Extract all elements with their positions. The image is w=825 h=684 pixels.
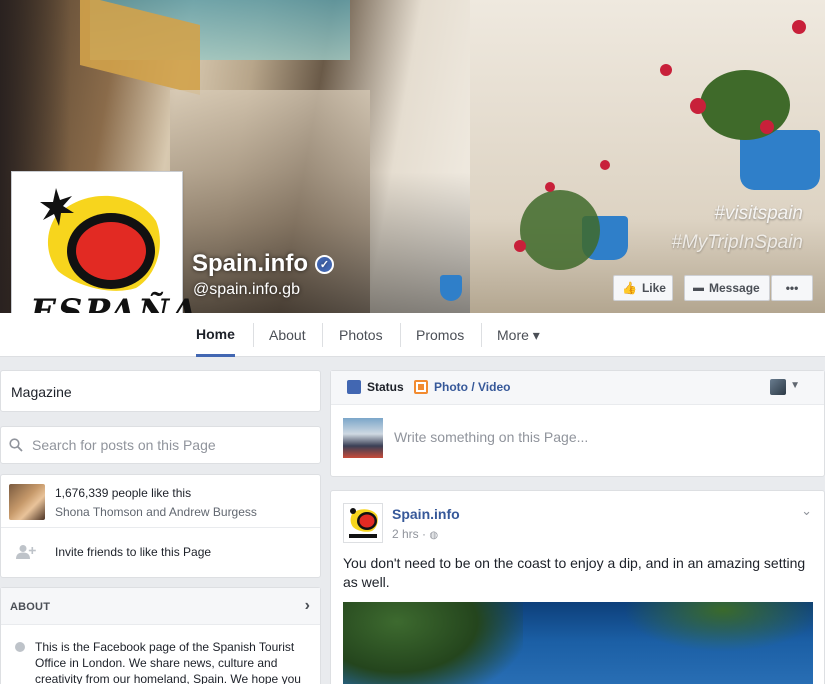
tab-divider: [400, 323, 401, 347]
flower: [600, 160, 610, 170]
foliage: [520, 190, 600, 270]
page-handle[interactable]: @spain.info.gb: [193, 281, 300, 299]
flower: [760, 120, 774, 134]
info-icon: [15, 642, 25, 652]
cover-hashtag: #MyTripInSpain: [671, 232, 803, 253]
add-friend-icon: [16, 545, 36, 559]
tab-photos[interactable]: Photos: [339, 313, 383, 357]
foliage: [700, 70, 790, 140]
tab-promos-label: Promos: [416, 327, 465, 343]
tab-home[interactable]: Home: [196, 313, 235, 357]
flower-pot: [440, 275, 462, 301]
about-title: ABOUT: [10, 601, 51, 613]
post-author-avatar[interactable]: [343, 503, 383, 543]
thumbs-up-icon: 👍: [622, 281, 637, 295]
flower: [660, 64, 672, 76]
flower: [792, 20, 806, 34]
cover-alley: [170, 90, 370, 313]
likes-summary[interactable]: 1,676,339 people like this Shona Thomson…: [1, 475, 320, 528]
page-title-text: Spain.info: [192, 250, 308, 277]
likes-box: 1,676,339 people like this Shona Thomson…: [0, 474, 321, 578]
status-tab[interactable]: Status: [347, 380, 404, 394]
about-header[interactable]: ABOUT ›: [1, 588, 320, 625]
more-dots-icon: •••: [785, 281, 799, 295]
composer-tabs: Status Photo / Video ▼: [331, 371, 824, 405]
post-composer: Status Photo / Video ▼ Write something o…: [330, 370, 825, 477]
feed-post: Spain.info 2 hrs · ◍ ⌄ You don't need to…: [330, 490, 825, 684]
more-actions-button[interactable]: •••: [771, 275, 813, 301]
pencil-icon: [347, 380, 361, 394]
post-options-chevron-icon[interactable]: ⌄: [801, 503, 812, 519]
status-tab-label: Status: [367, 380, 404, 394]
magazine-link[interactable]: Magazine: [0, 370, 321, 412]
likes-count: 1,676,339 people like this: [55, 486, 192, 500]
friend-avatar[interactable]: [9, 484, 45, 520]
caret-down-icon[interactable]: ▼: [790, 380, 800, 391]
flower: [514, 240, 526, 252]
tab-more-label: More ▾: [497, 326, 540, 343]
like-button[interactable]: 👍 Like: [613, 275, 673, 301]
post-photo[interactable]: [343, 602, 813, 684]
invite-friends-row[interactable]: Invite friends to like this Page: [1, 528, 320, 578]
composer-page-avatar: [343, 418, 383, 458]
post-author-name[interactable]: Spain.info: [392, 506, 460, 522]
photo-video-tab[interactable]: Photo / Video: [414, 380, 510, 394]
about-section: ABOUT › This is the Facebook page of the…: [0, 587, 321, 684]
post-message: You don't need to be on the coast to enj…: [343, 555, 806, 590]
tab-home-label: Home: [196, 325, 235, 342]
espana-logo-small-icon: [349, 508, 378, 538]
tree-foliage: [343, 602, 523, 684]
verified-badge-icon: ✓: [315, 254, 334, 274]
tab-more[interactable]: More ▾: [497, 313, 540, 357]
message-button[interactable]: ▬ Message: [684, 275, 770, 301]
tab-about-label: About: [269, 327, 306, 343]
page-title[interactable]: Spain.info ✓: [192, 250, 334, 278]
friends-who-like[interactable]: Shona Thomson and Andrew Burgess: [55, 505, 257, 519]
photo-video-tab-label: Photo / Video: [434, 380, 511, 394]
tab-photos-label: Photos: [339, 327, 383, 343]
page-nav: Home About Photos Promos More ▾: [0, 313, 825, 357]
tab-divider: [481, 323, 482, 347]
message-icon: ▬: [693, 282, 704, 294]
post-timestamp[interactable]: 2 hrs · ◍: [392, 527, 438, 541]
search-posts-input[interactable]: [32, 437, 312, 453]
search-icon: [9, 438, 23, 452]
about-description: This is the Facebook page of the Spanish…: [35, 640, 301, 684]
cover-hashtag: #visitspain: [714, 203, 803, 224]
chevron-right-icon: ›: [304, 597, 310, 614]
tab-divider: [253, 323, 254, 347]
photo-icon: [414, 380, 428, 394]
post-time-text: 2 hrs ·: [392, 527, 430, 541]
tree-foliage: [623, 602, 813, 652]
tab-promos[interactable]: Promos: [416, 313, 464, 357]
posting-as-avatar[interactable]: [770, 379, 786, 395]
tab-about[interactable]: About: [269, 313, 306, 357]
globe-icon: ◍: [429, 530, 439, 541]
like-button-label: Like: [641, 281, 666, 295]
page-search: [0, 426, 321, 464]
flower: [545, 182, 555, 192]
tab-divider: [322, 323, 323, 347]
message-button-label: Message: [709, 281, 760, 295]
composer-input[interactable]: Write something on this Page...: [394, 429, 588, 445]
flower: [690, 98, 706, 114]
invite-friends-label: Invite friends to like this Page: [55, 545, 212, 559]
magazine-label: Magazine: [11, 384, 72, 400]
